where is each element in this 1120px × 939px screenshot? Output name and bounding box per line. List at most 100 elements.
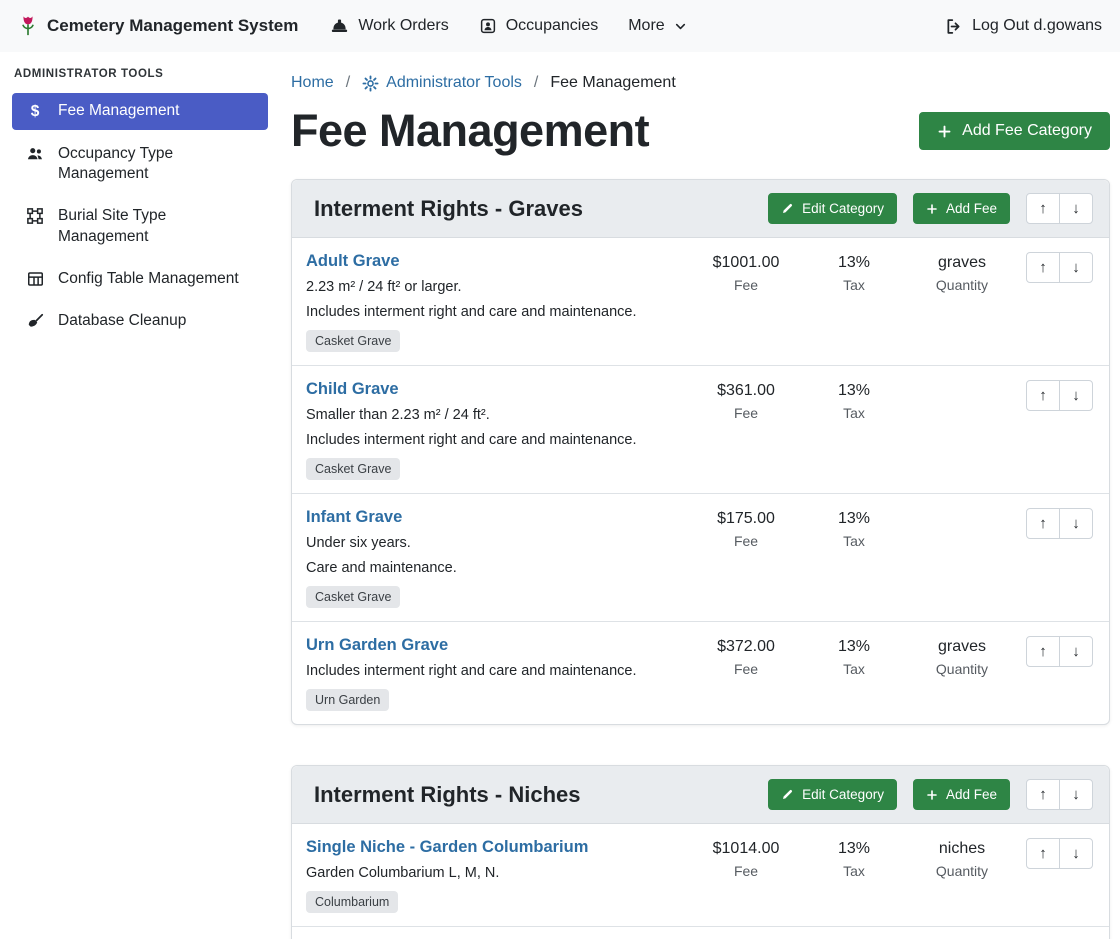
brand[interactable]: Cemetery Management System — [18, 13, 298, 39]
up-arrow-icon: ↑ — [1039, 643, 1047, 660]
fee-descriptions: Includes interment right and care and ma… — [306, 663, 683, 679]
down-arrow-icon: ↓ — [1072, 643, 1080, 660]
dollar-icon: $ — [24, 102, 46, 122]
fee-column: $372.00 Fee — [691, 636, 801, 677]
fee-label: Fee — [691, 661, 801, 677]
sidebar-item-label: Burial Site Type Management — [58, 206, 258, 246]
move-fee-up-button[interactable]: ↑ — [1026, 380, 1060, 411]
tax-amount: 13% — [809, 638, 899, 656]
breadcrumb-home-link[interactable]: Home — [291, 74, 334, 92]
move-category-up-button[interactable]: ↑ — [1026, 193, 1060, 224]
fee-description: Includes interment right and care and ma… — [306, 663, 683, 679]
nav-occupancies[interactable]: Occupancies — [479, 17, 599, 35]
move-category-down-button[interactable]: ↓ — [1059, 779, 1093, 810]
quantity-unit: graves — [907, 254, 1017, 272]
fee-label: Fee — [691, 277, 801, 293]
fee-amount: $361.00 — [691, 382, 801, 400]
fee-row: Infant Grave Under six years.Care and ma… — [292, 494, 1109, 622]
sidebar-item-database-cleanup[interactable]: Database Cleanup — [12, 303, 268, 339]
down-arrow-icon: ↓ — [1072, 387, 1080, 404]
down-arrow-icon: ↓ — [1072, 259, 1080, 276]
category-header: Interment Rights - Graves Edit Category … — [292, 180, 1109, 238]
fee-name-link[interactable]: Urn Garden Grave — [306, 636, 448, 655]
quantity-unit: niches — [907, 840, 1017, 858]
fee-name-link[interactable]: Infant Grave — [306, 508, 402, 527]
edit-category-button[interactable]: Edit Category — [768, 779, 897, 810]
occupant-box-icon — [479, 17, 497, 35]
fee-description: Care and maintenance. — [306, 560, 683, 576]
quantity-column: graves Quantity — [907, 636, 1017, 677]
move-fee-up-button[interactable]: ↑ — [1026, 636, 1060, 667]
logout-label: Log Out d.gowans — [972, 17, 1102, 35]
brand-title: Cemetery Management System — [47, 16, 298, 36]
move-fee-up-button[interactable]: ↑ — [1026, 508, 1060, 539]
breadcrumb-admin-tools-link[interactable]: Administrator Tools — [362, 74, 522, 92]
fee-row: Companion Niche - Garden Columbarium Gar… — [292, 927, 1109, 939]
fee-name-link[interactable]: Adult Grave — [306, 252, 400, 271]
sidebar-item-fee-management[interactable]: $ Fee Management — [12, 93, 268, 130]
nav-work-orders[interactable]: Work Orders — [330, 17, 448, 36]
quantity-label: Quantity — [907, 661, 1017, 677]
move-category-down-button[interactable]: ↓ — [1059, 193, 1093, 224]
users-icon — [24, 145, 46, 163]
category-actions: Edit Category Add Fee ↑ ↓ — [768, 779, 1093, 810]
move-fee-up-button[interactable]: ↑ — [1026, 252, 1060, 283]
plus-icon — [926, 203, 938, 215]
move-fee-down-button[interactable]: ↓ — [1059, 380, 1093, 411]
add-fee-button[interactable]: Add Fee — [913, 193, 1010, 224]
category-reorder-group: ↑ ↓ — [1026, 779, 1093, 810]
fee-reorder-group: ↑ ↓ — [1026, 636, 1093, 667]
move-fee-down-button[interactable]: ↓ — [1059, 838, 1093, 869]
nav-work-orders-label: Work Orders — [358, 17, 448, 35]
sidebar-item-label: Config Table Management — [58, 269, 239, 289]
fee-reorder-group: ↑ ↓ — [1026, 508, 1093, 539]
fee-description: 2.23 m² / 24 ft² or larger. — [306, 279, 683, 295]
logout-button[interactable]: Log Out d.gowans — [944, 17, 1102, 36]
fee-reorder-group: ↑ ↓ — [1026, 380, 1093, 411]
fee-descriptions: Under six years.Care and maintenance. — [306, 535, 683, 576]
fee-descriptions: Garden Columbarium L, M, N. — [306, 865, 683, 881]
fee-column: $1001.00 Fee — [691, 252, 801, 293]
move-fee-down-button[interactable]: ↓ — [1059, 508, 1093, 539]
sidebar-item-occupancy-type-management[interactable]: Occupancy Type Management — [12, 136, 268, 192]
fee-description: Garden Columbarium L, M, N. — [306, 865, 683, 881]
up-arrow-icon: ↑ — [1039, 200, 1047, 217]
fee-name-link[interactable]: Single Niche - Garden Columbarium — [306, 838, 588, 857]
quantity-label: Quantity — [907, 863, 1017, 879]
add-fee-category-button[interactable]: Add Fee Category — [919, 112, 1110, 150]
tax-label: Tax — [809, 863, 899, 879]
fee-row: Single Niche - Garden Columbarium Garden… — [292, 824, 1109, 927]
fee-label: Fee — [691, 863, 801, 879]
page-title: Fee Management — [291, 105, 649, 157]
sidebar-item-config-table-management[interactable]: Config Table Management — [12, 261, 268, 297]
fee-label: Fee — [691, 533, 801, 549]
top-navbar: Cemetery Management System Work Orders O… — [0, 0, 1120, 52]
add-fee-button[interactable]: Add Fee — [913, 779, 1010, 810]
fee-name-link[interactable]: Child Grave — [306, 380, 399, 399]
nav-more[interactable]: More — [628, 17, 686, 35]
category-title: Interment Rights - Graves — [314, 196, 583, 222]
move-fee-up-button[interactable]: ↑ — [1026, 838, 1060, 869]
move-category-up-button[interactable]: ↑ — [1026, 779, 1060, 810]
sidebar-item-burial-site-type-management[interactable]: Burial Site Type Management — [12, 198, 268, 254]
quantity-label: Quantity — [907, 277, 1017, 293]
sidebar-heading: Administrator Tools — [14, 68, 266, 80]
gear-icon — [362, 75, 379, 92]
breadcrumb: Home / Administrator Tools — [291, 74, 1110, 92]
tax-label: Tax — [809, 405, 899, 421]
fee-main: Infant Grave Under six years.Care and ma… — [306, 508, 683, 608]
fee-amount: $1014.00 — [691, 840, 801, 858]
tax-label: Tax — [809, 277, 899, 293]
sidebar: Administrator Tools $ Fee Management Occ… — [0, 52, 280, 939]
move-fee-down-button[interactable]: ↓ — [1059, 252, 1093, 283]
move-fee-down-button[interactable]: ↓ — [1059, 636, 1093, 667]
up-arrow-icon: ↑ — [1039, 845, 1047, 862]
edit-category-button[interactable]: Edit Category — [768, 193, 897, 224]
breadcrumb-admin-tools-label: Administrator Tools — [386, 74, 522, 92]
up-arrow-icon: ↑ — [1039, 515, 1047, 532]
tax-label: Tax — [809, 661, 899, 677]
pencil-icon — [781, 788, 794, 801]
fee-reorder-group: ↑ ↓ — [1026, 838, 1093, 869]
quantity-column: graves Quantity — [907, 252, 1017, 293]
pencil-icon — [781, 202, 794, 215]
